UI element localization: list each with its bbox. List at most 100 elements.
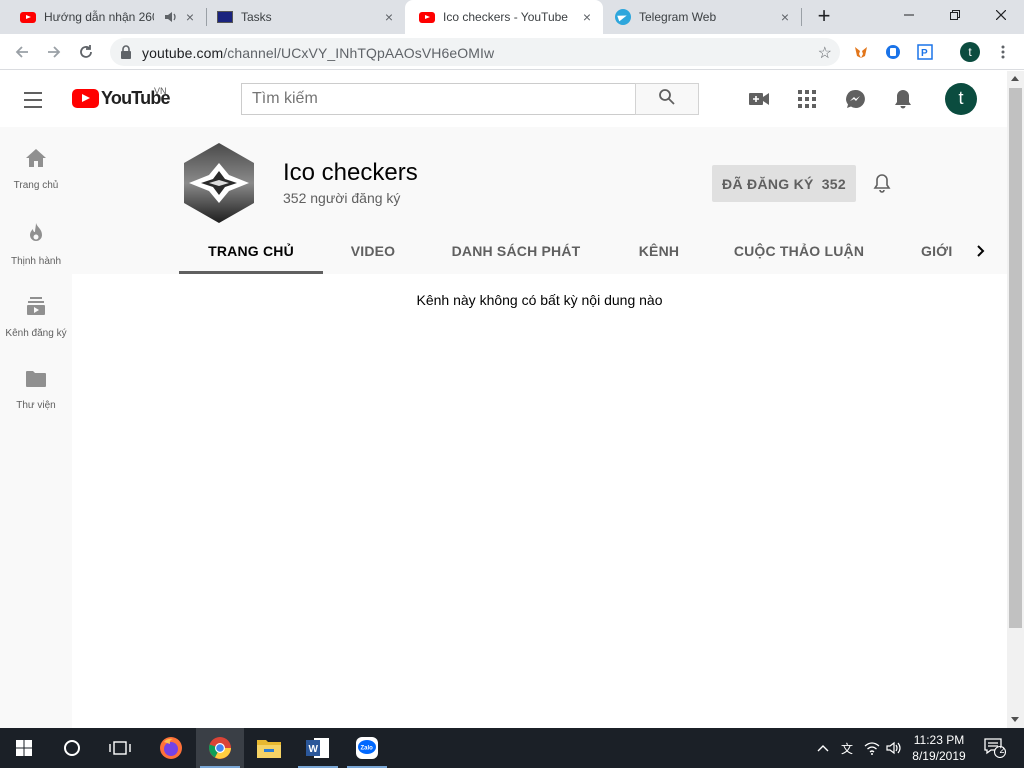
file-explorer-icon[interactable] [245,728,293,768]
volume-icon[interactable] [884,728,904,768]
account-avatar[interactable]: t [945,83,977,115]
windows-taskbar: W Zalo 文 11:23 PM 8/19/2019 2 [0,728,1024,768]
guide-item-label: Kênh đăng ký [5,328,67,339]
youtube-icon [20,9,36,25]
bookmark-star-icon[interactable]: ☆ [818,43,832,63]
youtube-play-icon [72,89,99,108]
word-icon[interactable]: W [294,728,342,768]
browser-tab[interactable]: Tasks × [207,0,405,34]
speaker-icon[interactable] [164,10,178,27]
restore-button[interactable] [932,0,978,30]
notification-count-badge: 2 [999,745,1005,755]
wifi-icon[interactable] [862,728,882,768]
tab-discussion[interactable]: CUỘC THẢO LUẬN [729,227,869,274]
cortana-search-icon[interactable] [48,728,96,768]
new-tab-button[interactable]: + [813,5,835,28]
search-button[interactable] [635,83,699,115]
search-input[interactable] [242,84,635,114]
firefox-icon[interactable] [147,728,195,768]
youtube-logo[interactable]: YouTube VN [72,86,171,109]
tab-divider [801,8,802,26]
input-method-icon[interactable]: 文 [836,728,858,768]
chevron-right-icon[interactable] [969,239,993,263]
guide-item-home[interactable]: Trang chủ [0,127,72,201]
extension-p-icon[interactable]: P [916,43,934,61]
address-bar[interactable]: youtube.com/channel/UCxVY_INhTQpAAOsVH6e… [110,38,840,66]
lock-icon [120,45,132,64]
subscribed-button[interactable]: ĐÃ ĐĂNG KÝ 352 [712,165,856,202]
chrome-menu-icon[interactable] [994,43,1012,61]
guide-item-trending[interactable]: Thịnh hành [0,201,72,275]
chrome-taskbar-icon[interactable] [196,728,244,768]
tab-videos[interactable]: VIDEO [331,227,415,274]
tab-close-icon[interactable]: × [182,9,198,25]
zalo-icon[interactable]: Zalo [343,728,391,768]
tab-about[interactable]: GIỚI [905,227,965,274]
tab-close-icon[interactable]: × [579,9,595,25]
subscribe-count: 352 [821,175,846,192]
tasks-icon [217,9,233,25]
scrollbar-thumb[interactable] [1009,88,1022,628]
scroll-up-arrow-icon[interactable] [1011,76,1019,81]
minimize-button[interactable] [886,0,932,30]
search-box [241,83,635,115]
chrome-profile-avatar[interactable]: t [960,42,980,62]
tab-close-icon[interactable]: × [777,9,793,25]
hamburger-menu-icon[interactable] [24,89,48,109]
messages-icon[interactable] [843,87,867,111]
subscriptions-icon [27,297,45,320]
tab-channels[interactable]: KÊNH [619,227,699,274]
forward-button[interactable] [42,40,66,64]
browser-tab[interactable]: Telegram Web × [603,0,801,34]
youtube-masthead: YouTube VN t [0,71,1007,127]
search-icon [658,88,676,111]
browser-tab[interactable]: Hướng dẫn nhận 260 × [0,0,206,34]
back-button[interactable] [10,40,34,64]
guide-item-library[interactable]: Thư viện [0,349,72,423]
guide-item-label: Thư viện [16,400,56,411]
guide-item-subscriptions[interactable]: Kênh đăng ký [0,275,72,349]
clock-date: 8/19/2019 [912,749,966,763]
notifications-bell-icon[interactable] [891,87,915,111]
youtube-icon [419,9,435,25]
url-text: youtube.com/channel/UCxVY_INhTQpAAOsVH6e… [142,45,494,61]
trending-icon [28,223,44,248]
reload-button[interactable] [74,40,98,64]
page-scrollbar[interactable] [1007,71,1024,728]
channel-avatar[interactable] [179,143,259,223]
extension-blue-icon[interactable] [884,43,902,61]
browser-toolbar: youtube.com/channel/UCxVY_INhTQpAAOsVH6e… [0,34,1024,70]
library-icon [26,371,46,392]
tab-title: Hướng dẫn nhận 260 [44,10,154,24]
svg-text:Zalo: Zalo [361,746,374,752]
channel-tabs: TRANG CHỦ VIDEO DANH SÁCH PHÁT KÊNH CUỘC… [179,227,1007,274]
metamask-extension-icon[interactable] [852,43,870,61]
channel-name: Ico checkers [283,159,418,186]
system-clock[interactable]: 11:23 PM 8/19/2019 [906,732,972,764]
scroll-down-arrow-icon[interactable] [1011,717,1019,722]
mini-guide: Trang chủ Thịnh hành Kênh đăng ký Thư vi… [0,127,72,728]
subscriber-count: 352 người đăng ký [283,190,401,206]
apps-grid-icon[interactable] [795,87,819,111]
url-path: /channel/UCxVY_INhTQpAAOsVH6eOMIw [223,45,495,61]
tab-close-icon[interactable]: × [381,9,397,25]
tab-playlists[interactable]: DANH SÁCH PHÁT [441,227,591,274]
subscribe-label: ĐÃ ĐĂNG KÝ [722,175,814,192]
svg-text:W: W [309,744,319,755]
tray-chevron-up-icon[interactable] [812,728,834,768]
empty-channel-message: Kênh này không có bất kỳ nội dung nào [416,292,663,308]
create-video-icon[interactable] [747,87,771,111]
guide-item-label: Thịnh hành [10,256,62,267]
clock-time: 11:23 PM [913,733,965,747]
task-view-icon[interactable] [96,728,144,768]
channel-header: Ico checkers 352 người đăng ký ĐÃ ĐĂNG K… [72,127,1007,274]
close-window-button[interactable] [978,0,1024,30]
url-host: youtube.com [142,45,224,61]
tab-home[interactable]: TRANG CHỦ [179,227,323,274]
notification-bell-outline-icon[interactable] [870,171,894,195]
guide-item-label: Trang chủ [13,180,59,191]
svg-text:P: P [921,48,928,59]
windows-start-icon[interactable] [0,728,48,768]
browser-tab-active[interactable]: Ico checkers - YouTube × [405,0,603,34]
action-center-icon[interactable]: 2 [980,728,1010,768]
